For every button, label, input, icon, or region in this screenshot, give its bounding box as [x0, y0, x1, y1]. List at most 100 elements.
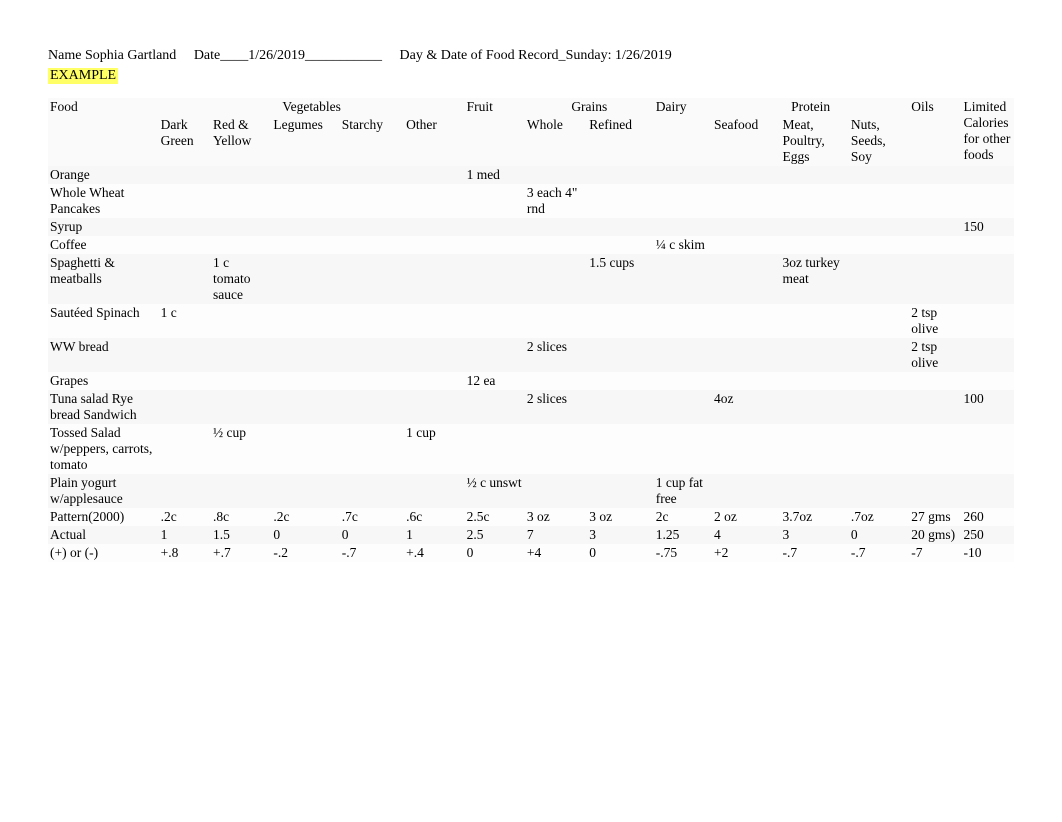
cell-lg: -.2 — [271, 544, 339, 562]
cell-oi — [909, 424, 961, 474]
cell-food: Spaghetti & meatballs — [48, 254, 159, 304]
cell-rf — [587, 474, 653, 508]
cell-lg — [271, 338, 339, 372]
cell-sf — [712, 304, 780, 338]
cell-ot — [404, 184, 464, 218]
cell-lg — [271, 218, 339, 236]
cell-sf — [712, 254, 780, 304]
cell-lc: 100 — [962, 390, 1014, 424]
cell-lg — [271, 184, 339, 218]
cell-ry: 1 c tomato sauce — [211, 254, 271, 304]
cell-dg — [159, 166, 211, 184]
cell-ot: 1 cup — [404, 424, 464, 474]
cell-dg: .2c — [159, 508, 211, 526]
cell-sf — [712, 338, 780, 372]
cell-oi — [909, 184, 961, 218]
cell-oi — [909, 218, 961, 236]
header-row-2: Dark Green Red & Yellow Legumes Starchy … — [48, 116, 1014, 166]
cell-dg: 1 — [159, 526, 211, 544]
cell-fr — [465, 184, 525, 218]
date-value: 1/26/2019___________ — [248, 48, 382, 63]
cell-ns — [849, 254, 909, 304]
cell-lg — [271, 390, 339, 424]
cell-fr — [465, 390, 525, 424]
cell-ot — [404, 372, 464, 390]
cell-mp — [780, 218, 848, 236]
cell-da — [654, 338, 712, 372]
col-refined: Refined — [587, 116, 653, 166]
col-legumes: Legumes — [271, 116, 339, 166]
table-row: Syrup150 — [48, 218, 1014, 236]
cell-food: Tossed Salad w/peppers, carrots, tomato — [48, 424, 159, 474]
cell-sf: 2 oz — [712, 508, 780, 526]
cell-food: Pattern(2000) — [48, 508, 159, 526]
cell-wh — [525, 166, 587, 184]
cell-ns — [849, 338, 909, 372]
cell-da: 1 cup fat free — [654, 474, 712, 508]
table-row: Pattern(2000).2c.8c.2c.7c.6c2.5c3 oz3 oz… — [48, 508, 1014, 526]
cell-rf — [587, 304, 653, 338]
col-red-yellow: Red & Yellow — [211, 116, 271, 166]
cell-mp — [780, 338, 848, 372]
name-value: Sophia Gartland — [85, 48, 176, 63]
cell-ns — [849, 184, 909, 218]
cell-mp: 3 — [780, 526, 848, 544]
table-row: Sautéed Spinach1 c2 tsp olive — [48, 304, 1014, 338]
cell-lc — [962, 424, 1014, 474]
cell-rf: 3 oz — [587, 508, 653, 526]
cell-fr: ½ c unswt — [465, 474, 525, 508]
cell-fr: 1 med — [465, 166, 525, 184]
cell-mp — [780, 166, 848, 184]
cell-oi — [909, 254, 961, 304]
cell-ry — [211, 236, 271, 254]
cell-st — [340, 338, 404, 372]
cell-lc: 150 — [962, 218, 1014, 236]
table-row: Grapes12 ea — [48, 372, 1014, 390]
cell-lc — [962, 338, 1014, 372]
cell-ot — [404, 166, 464, 184]
cell-ry — [211, 474, 271, 508]
cell-rf — [587, 390, 653, 424]
cell-da — [654, 254, 712, 304]
cell-dg — [159, 390, 211, 424]
col-nuts: Nuts, Seeds, Soy — [849, 116, 909, 166]
cell-da — [654, 304, 712, 338]
cell-oi — [909, 236, 961, 254]
cell-st — [340, 236, 404, 254]
cell-lc: 250 — [962, 526, 1014, 544]
cell-wh — [525, 218, 587, 236]
cell-wh: 3 oz — [525, 508, 587, 526]
cell-st — [340, 166, 404, 184]
cell-rf — [587, 236, 653, 254]
cell-st — [340, 218, 404, 236]
cell-lg — [271, 166, 339, 184]
col-seafood: Seafood — [712, 116, 780, 166]
table-row: Orange1 med — [48, 166, 1014, 184]
day-value: Sunday: 1/26/2019 — [566, 48, 672, 63]
cell-da — [654, 184, 712, 218]
cell-mp — [780, 424, 848, 474]
cell-fr — [465, 254, 525, 304]
cell-mp: -.7 — [780, 544, 848, 562]
cell-ry — [211, 166, 271, 184]
cell-dg — [159, 218, 211, 236]
cell-lg — [271, 424, 339, 474]
cell-ot: +.4 — [404, 544, 464, 562]
col-protein: Protein — [712, 98, 909, 116]
cell-st — [340, 424, 404, 474]
table-row: Tuna salad Rye bread Sandwich2 slices4oz… — [48, 390, 1014, 424]
cell-lc — [962, 304, 1014, 338]
food-record-table: Food Vegetables Fruit Grains Dairy Prote… — [48, 98, 1014, 562]
cell-da: 1.25 — [654, 526, 712, 544]
cell-lc — [962, 166, 1014, 184]
cell-sf: 4oz — [712, 390, 780, 424]
cell-rf — [587, 184, 653, 218]
cell-food: Tuna salad Rye bread Sandwich — [48, 390, 159, 424]
cell-ry — [211, 304, 271, 338]
cell-lc — [962, 184, 1014, 218]
cell-lc: 260 — [962, 508, 1014, 526]
cell-lg — [271, 254, 339, 304]
cell-ry — [211, 338, 271, 372]
cell-ry: ½ cup — [211, 424, 271, 474]
cell-dg — [159, 254, 211, 304]
